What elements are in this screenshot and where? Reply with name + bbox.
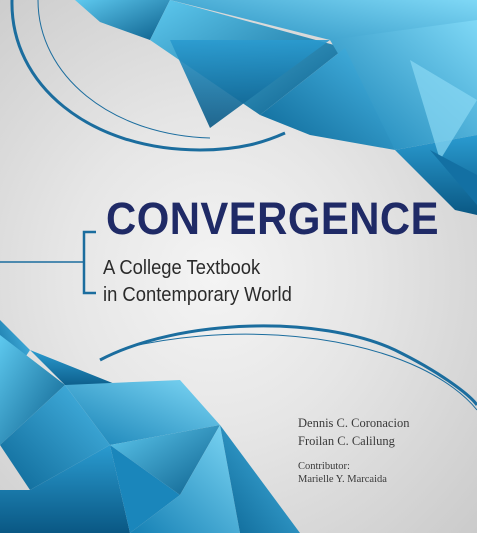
contributor-label: Contributor: <box>298 461 350 472</box>
author-2: Froilan C. Calilung <box>298 434 395 448</box>
contributor-name: Marielle Y. Marcaida <box>298 474 387 485</box>
subtitle-line-2: in Contemporary World <box>103 284 292 306</box>
book-cover: CONVERGENCE A College Textbook in Contem… <box>0 0 477 533</box>
title-bracket <box>0 230 96 295</box>
top-right-shards <box>75 0 477 215</box>
subtitle-line-1: A College Textbook <box>103 257 261 279</box>
book-title: CONVERGENCE <box>106 193 439 244</box>
author-1: Dennis C. Coronacion <box>298 416 410 430</box>
bottom-left-shards <box>0 320 300 533</box>
